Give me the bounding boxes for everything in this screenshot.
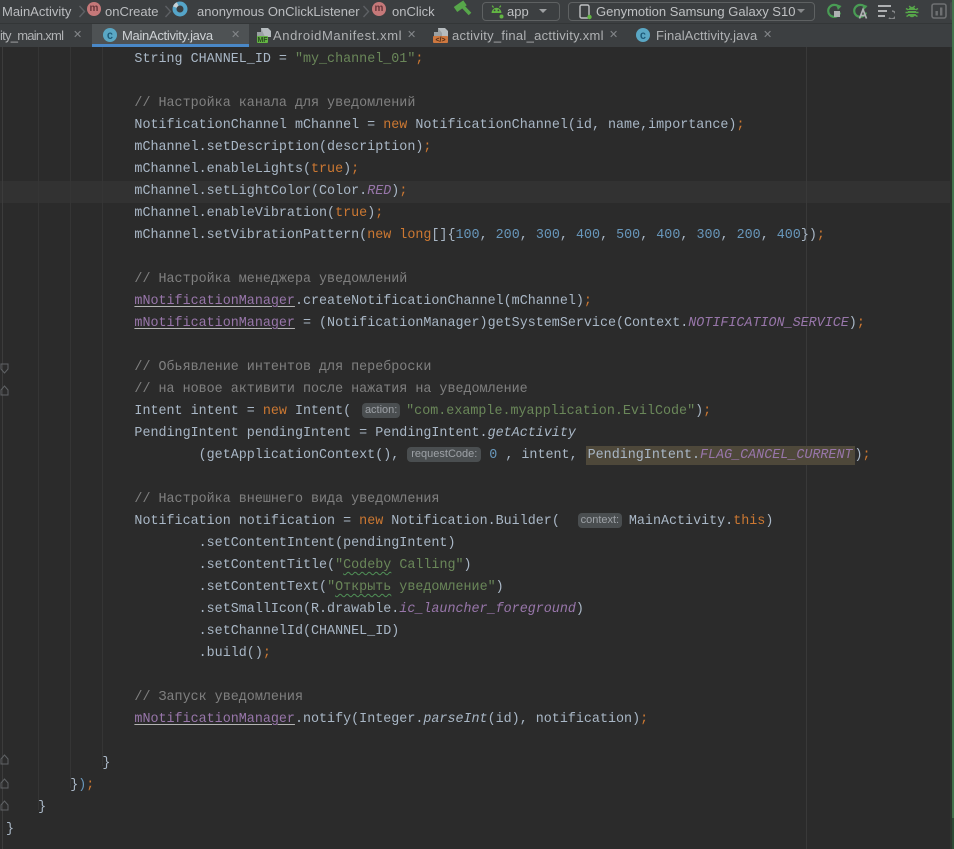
svg-text:C: C bbox=[107, 32, 113, 43]
svg-text:</>: </> bbox=[435, 37, 445, 44]
svg-text:MF: MF bbox=[257, 37, 268, 43]
svg-text:C: C bbox=[640, 32, 646, 43]
